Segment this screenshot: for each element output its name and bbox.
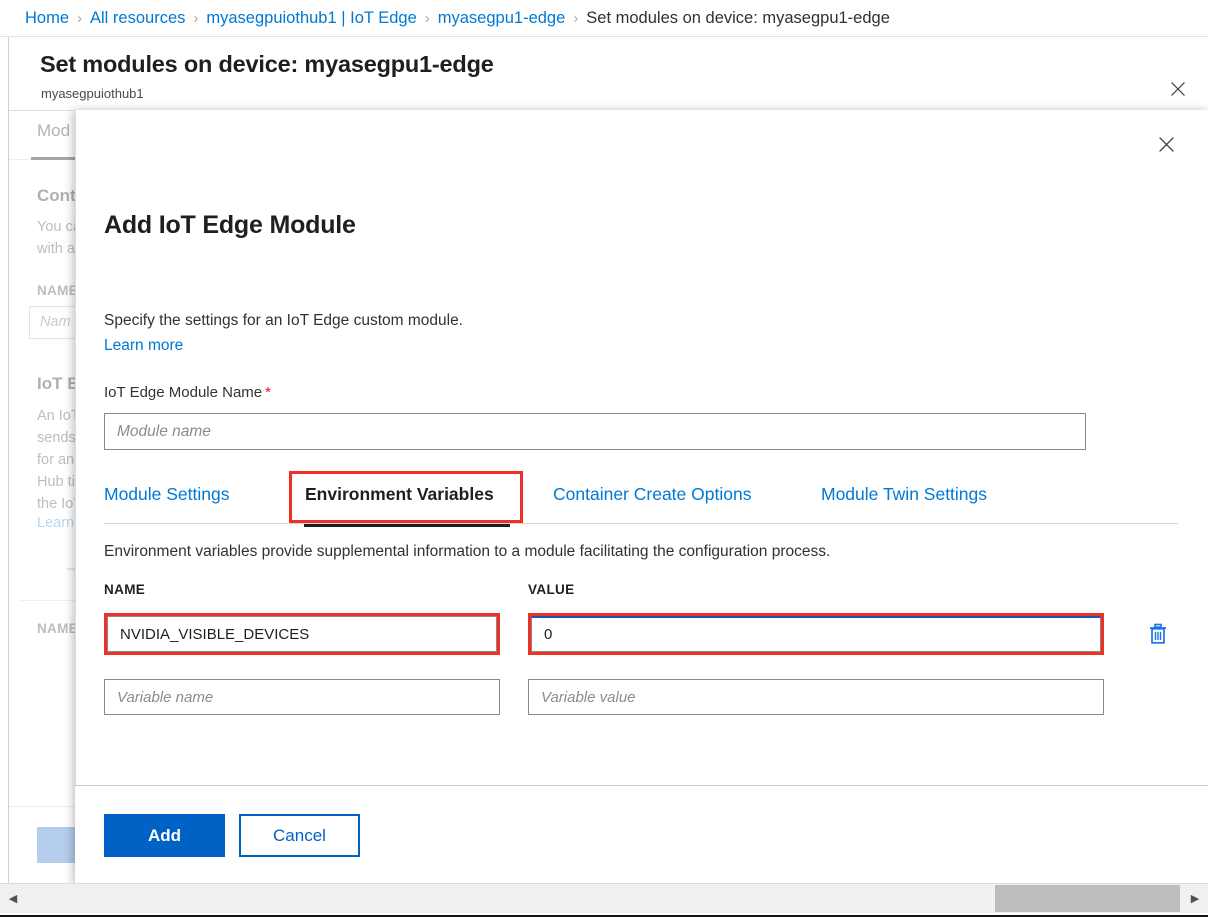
blade-header: Set modules on device: myasegpu1-edge my… xyxy=(9,37,1208,111)
tab-environment-variables[interactable]: Environment Variables xyxy=(305,484,494,505)
learn-more-link[interactable]: Learn more xyxy=(104,337,183,355)
tab-active-underline xyxy=(304,524,510,527)
close-icon xyxy=(1158,136,1175,153)
breadcrumb-separator: › xyxy=(77,10,82,27)
blade-modules-learn-more-link[interactable]: Learn xyxy=(37,515,74,531)
tab-module-settings[interactable]: Module Settings xyxy=(104,484,230,505)
module-name-label-text: IoT Edge Module Name xyxy=(104,384,262,401)
scroll-right-arrow-icon[interactable]: ▶ xyxy=(1184,884,1206,913)
blade-modules-text-line2: sends xyxy=(37,427,76,449)
column-header-name: NAME xyxy=(104,582,145,597)
tabbar-divider xyxy=(104,523,1178,524)
blade-iot-edge-modules-heading: IoT E xyxy=(37,374,79,394)
scrollbar-thumb[interactable] xyxy=(995,885,1180,912)
module-name-input[interactable] xyxy=(104,413,1086,450)
tab-module-twin-settings[interactable]: Module Twin Settings xyxy=(821,484,987,505)
blade-registry-text-line2: with a xyxy=(37,238,75,260)
scroll-left-arrow-icon[interactable]: ◀ xyxy=(2,884,24,913)
column-header-value: VALUE xyxy=(528,582,575,597)
breadcrumb-item-all-resources[interactable]: All resources xyxy=(90,9,185,28)
dialog-footer: Add Cancel xyxy=(75,785,1208,885)
azure-portal-screen: Home › All resources › myasegpuiothub1 |… xyxy=(0,0,1208,917)
trash-icon xyxy=(1148,623,1168,645)
breadcrumb-separator: › xyxy=(193,10,198,27)
blade-close-button[interactable] xyxy=(1163,74,1193,104)
environment-variables-description: Environment variables provide supplement… xyxy=(104,543,830,561)
horizontal-scrollbar[interactable]: ◀ ▶ xyxy=(0,883,1208,913)
modal-close-button[interactable] xyxy=(1150,128,1182,160)
dialog-title: Add IoT Edge Module xyxy=(104,211,356,240)
breadcrumb-item-home[interactable]: Home xyxy=(25,9,69,28)
dialog-tabbar: Module Settings Environment Variables Co… xyxy=(104,472,1178,524)
breadcrumb: Home › All resources › myasegpuiothub1 |… xyxy=(0,0,1208,37)
breadcrumb-item-iot-hub[interactable]: myasegpuiothub1 | IoT Edge xyxy=(206,9,416,28)
cancel-button[interactable]: Cancel xyxy=(239,814,360,857)
add-button[interactable]: Add xyxy=(104,814,225,857)
env-var-value-input-row-2[interactable] xyxy=(528,679,1104,715)
env-var-name-input-row-2[interactable] xyxy=(104,679,500,715)
env-var-value-input-row-1[interactable] xyxy=(531,616,1101,652)
blade-modules-text-line1: An IoT xyxy=(37,405,80,427)
breadcrumb-item-device[interactable]: myasegpu1-edge xyxy=(438,9,566,28)
breadcrumb-separator: › xyxy=(573,10,578,27)
breadcrumb-separator: › xyxy=(425,10,430,27)
env-var-name-input-row-1[interactable] xyxy=(107,616,497,652)
blade-tab-modules[interactable]: Mod xyxy=(37,121,70,141)
blade-modules-text-line3: for an xyxy=(37,449,74,471)
required-marker: * xyxy=(265,384,271,401)
blade-modules-col-name: NAME xyxy=(37,621,78,636)
breadcrumb-item-current: Set modules on device: myasegpu1-edge xyxy=(586,9,890,28)
module-name-label: IoT Edge Module Name* xyxy=(104,384,271,401)
close-icon xyxy=(1170,81,1186,97)
blade-modules-text-line4: Hub ti xyxy=(37,471,75,493)
tab-container-create-options[interactable]: Container Create Options xyxy=(553,484,751,505)
dialog-description: Specify the settings for an IoT Edge cus… xyxy=(104,312,463,330)
delete-env-var-button-row-1[interactable] xyxy=(1141,617,1175,651)
blade-title: Set modules on device: myasegpu1-edge xyxy=(40,51,494,78)
blade-registry-col-name: NAME xyxy=(37,283,78,298)
blade-subtitle: myasegpuiothub1 xyxy=(41,86,144,101)
